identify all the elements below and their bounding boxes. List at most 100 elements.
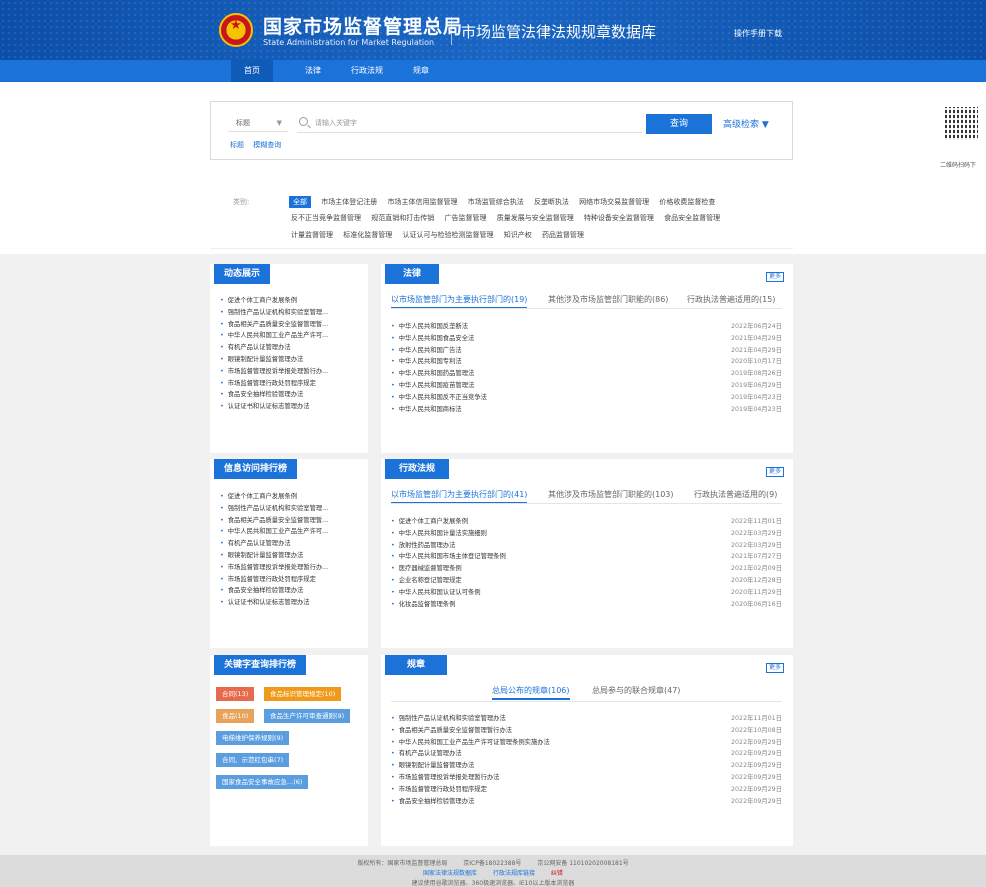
mode-title[interactable]: 标题	[230, 141, 244, 149]
list-item[interactable]: 促进个体工商户发展条例	[220, 295, 328, 307]
category-item[interactable]: 价格收费监督检查	[659, 197, 715, 207]
category-item[interactable]: 市场主体信用监督管理	[387, 197, 457, 207]
icp-number[interactable]: 京ICP备18022388号	[463, 860, 521, 867]
advanced-search-link[interactable]: 高级检索 ▼	[723, 117, 769, 130]
table-row[interactable]: 中华人民共和国市场主体登记管理条例 2021年07月27日	[391, 551, 782, 563]
tab-regulation-general[interactable]: 行政执法普遍适用的(9)	[694, 489, 777, 500]
keyword-tag[interactable]: 食品生产许可审查通则(9)	[264, 709, 351, 723]
table-row[interactable]: 中华人民共和国专利法 2020年10月17日	[391, 356, 782, 368]
table-row[interactable]: 中华人民共和国反垄断法 2022年06月24日	[391, 321, 782, 333]
category-item[interactable]: 市场监管综合执法	[468, 197, 524, 207]
table-row[interactable]: 中华人民共和国商标法 2019年04月23日	[391, 404, 782, 416]
category-item[interactable]: 知识产权	[504, 230, 532, 240]
list-item[interactable]: 有机产品认证管理办法	[220, 342, 328, 354]
category-item[interactable]: 药品监督管理	[542, 230, 584, 240]
category-item[interactable]: 反不正当竞争监督管理	[291, 213, 361, 223]
table-row[interactable]: 放射性药品管理办法 2022年03月29日	[391, 540, 782, 552]
list-item[interactable]: 中华人民共和国工业产品生产许可...	[220, 526, 328, 538]
list-item[interactable]: 认证证书和认证标志管理办法	[220, 401, 328, 413]
list-item[interactable]: 强制性产品认证机构和实验室管理...	[220, 503, 328, 515]
nav-regulation[interactable]: 行政法规	[345, 60, 389, 82]
category-item[interactable]: 网络市场交易监督管理	[579, 197, 649, 207]
footer-link-national-db[interactable]: 国家法律法规数据库	[423, 870, 477, 877]
table-row[interactable]: 市场监督管理投诉举报处理暂行办法 2022年09月29日	[391, 772, 782, 784]
list-item[interactable]: 食品相关产品质量安全监督管理暂...	[220, 319, 328, 331]
tab-rules-joint[interactable]: 总局参与的联合规章(47)	[592, 685, 680, 696]
category-item[interactable]: 食品安全监督管理	[664, 213, 720, 223]
tab-regulation-other[interactable]: 其他涉及市场监管部门职能的(103)	[548, 489, 674, 500]
list-item[interactable]: 促进个体工商户发展条例	[220, 491, 328, 503]
table-row[interactable]: 中华人民共和国食品安全法 2021年04月29日	[391, 333, 782, 345]
table-row[interactable]: 医疗器械监督管理条例 2021年02月09日	[391, 563, 782, 575]
search-button[interactable]: 查询	[646, 114, 712, 134]
category-item[interactable]: 规范直销和打击传销	[371, 213, 434, 223]
tab-rules-published[interactable]: 总局公布的规章(106)	[492, 685, 570, 700]
keyword-tag[interactable]: 国家食品安全事故应急...(6)	[216, 775, 309, 789]
more-button[interactable]: 更多	[765, 663, 784, 673]
list-item[interactable]: 食品安全抽样检验管理办法	[220, 585, 328, 597]
category-item[interactable]: 反垄断执法	[534, 197, 569, 207]
keyword-tag[interactable]: 合同(13)	[216, 687, 255, 701]
keyword-tag[interactable]: 食品(10)	[216, 709, 255, 723]
category-item[interactable]: 市场主体登记注册	[321, 197, 377, 207]
table-row[interactable]: 化妆品监督管理条例 2020年06月16日	[391, 599, 782, 611]
table-row[interactable]: 中华人民共和国药品管理法 2019年08月26日	[391, 368, 782, 380]
tab-law-other[interactable]: 其他涉及市场监管部门职能的(86)	[548, 294, 668, 305]
table-row[interactable]: 促进个体工商户发展条例 2022年11月01日	[391, 516, 782, 528]
category-item[interactable]: 广告监督管理	[444, 213, 486, 223]
category-all[interactable]: 全部	[289, 196, 311, 208]
table-row[interactable]: 食品相关产品质量安全监督管理暂行办法 2022年10月08日	[391, 725, 782, 737]
table-row[interactable]: 中华人民共和国疫苗管理法 2019年06月29日	[391, 380, 782, 392]
tab-law-primary[interactable]: 以市场监管部门为主要执行部门的(19)	[391, 294, 528, 309]
category-item[interactable]: 特种设备安全监督管理	[584, 213, 654, 223]
table-row[interactable]: 中华人民共和国计量法实施细则 2022年03月29日	[391, 528, 782, 540]
row-title: 市场监督管理行政处罚程序规定	[398, 785, 487, 793]
list-item[interactable]: 市场监督管理行政处罚程序规定	[220, 574, 328, 586]
list-item[interactable]: 认证证书和认证标志管理办法	[220, 597, 328, 609]
category-item[interactable]: 计量监督管理	[291, 230, 333, 240]
table-row[interactable]: 中华人民共和国工业产品生产许可证管理条例实施办法 2022年09月29日	[391, 737, 782, 749]
list-item[interactable]: 眼镜制配计量监督管理办法	[220, 354, 328, 366]
table-row[interactable]: 市场监督管理行政处罚程序规定 2022年09月29日	[391, 784, 782, 796]
keyword-tag[interactable]: 食品标识管理规定(10)	[264, 687, 342, 701]
footer-link-regulation-db[interactable]: 行政法规库链接	[493, 870, 535, 877]
table-row[interactable]: 中华人民共和国广告法 2021年04月29日	[391, 345, 782, 357]
nav-rules[interactable]: 规章	[405, 60, 437, 82]
nav-home[interactable]: 首页	[231, 60, 273, 82]
row-date: 2019年04月23日	[731, 393, 782, 401]
footer-link-report-error[interactable]: 纠错	[551, 870, 563, 877]
search-input[interactable]: 请输入关键字	[297, 114, 642, 133]
keyword-tag[interactable]: 合同、示范红包串(7)	[216, 753, 290, 767]
list-item[interactable]: 有机产品认证管理办法	[220, 538, 328, 550]
table-row[interactable]: 中华人民共和国反不正当竞争法 2019年04月23日	[391, 392, 782, 404]
list-item[interactable]: 眼镜制配计量监督管理办法	[220, 550, 328, 562]
table-row[interactable]: 食品安全抽样检验管理办法 2022年09月29日	[391, 796, 782, 808]
nav-law[interactable]: 法律	[297, 60, 329, 82]
manual-download-link[interactable]: 操作手册下载	[734, 28, 782, 39]
list-item[interactable]: 中华人民共和国工业产品生产许可...	[220, 330, 328, 342]
list-item[interactable]: 强制性产品认证机构和实验室管理...	[220, 307, 328, 319]
search-field-select[interactable]: 标题 ▼	[228, 115, 288, 132]
list-item[interactable]: 食品相关产品质量安全监督管理暂...	[220, 515, 328, 527]
mode-fuzzy[interactable]: 模糊查询	[253, 141, 281, 149]
table-row[interactable]: 有机产品认证管理办法 2022年09月29日	[391, 748, 782, 760]
more-button[interactable]: 更多	[765, 272, 784, 282]
list-item[interactable]: 市场监督管理投诉举报处理暂行办...	[220, 562, 328, 574]
list-item[interactable]: 食品安全抽样检验管理办法	[220, 389, 328, 401]
law-list: 中华人民共和国反垄断法 2022年06月24日 中华人民共和国食品安全法 2021年…	[391, 321, 782, 415]
list-item[interactable]: 市场监督管理行政处罚程序规定	[220, 378, 328, 390]
tab-law-general[interactable]: 行政执法普遍适用的(15)	[687, 294, 775, 305]
list-item[interactable]: 市场监督管理投诉举报处理暂行办...	[220, 366, 328, 378]
tab-regulation-primary[interactable]: 以市场监管部门为主要执行部门的(41)	[391, 489, 528, 504]
row-date: 2022年09月29日	[731, 773, 782, 781]
category-item[interactable]: 认证认可与检验检测监督管理	[402, 230, 493, 240]
keyword-tag[interactable]: 电梯维护保养规则(9)	[216, 731, 290, 745]
table-row[interactable]: 眼镜制配计量监督管理办法 2022年09月29日	[391, 760, 782, 772]
category-item[interactable]: 质量发展与安全监督管理	[497, 213, 574, 223]
table-row[interactable]: 中华人民共和国认证认可条例 2020年11月29日	[391, 587, 782, 599]
table-row[interactable]: 强制性产品认证机构和实验室管理办法 2022年11月01日	[391, 713, 782, 725]
table-row[interactable]: 企业名称登记管理规定 2020年12月28日	[391, 575, 782, 587]
police-record[interactable]: 京公网安备 11010202008181号	[537, 860, 628, 867]
category-item[interactable]: 标准化监督管理	[343, 230, 392, 240]
more-button[interactable]: 更多	[765, 467, 784, 477]
